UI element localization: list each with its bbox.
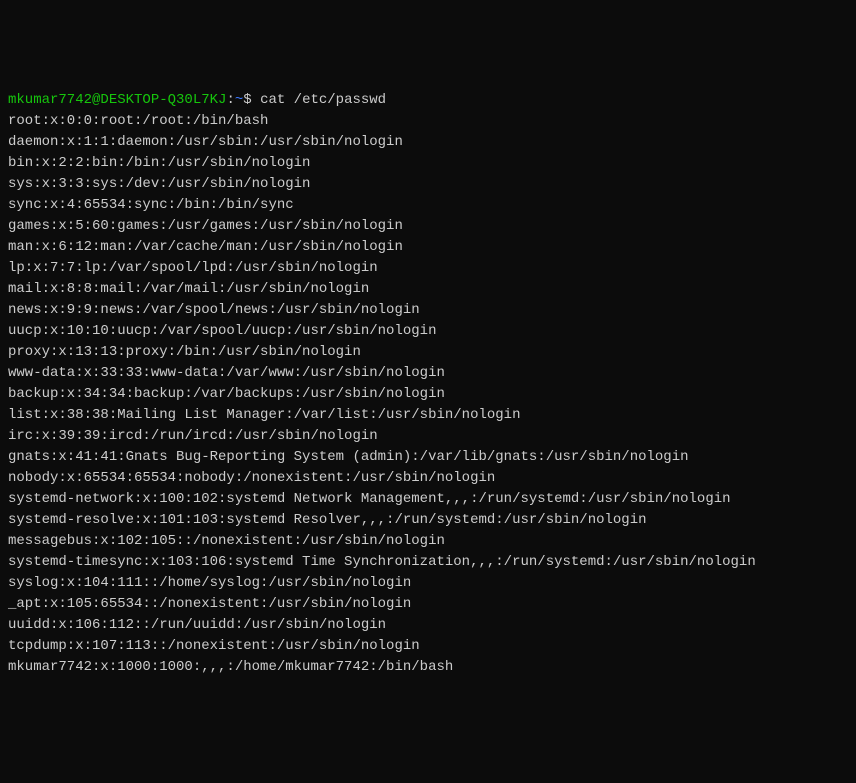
passwd-line: root:x:0:0:root:/root:/bin/bash: [8, 113, 268, 129]
command-text: cat /etc/passwd: [260, 92, 386, 108]
passwd-line: proxy:x:13:13:proxy:/bin:/usr/sbin/nolog…: [8, 344, 361, 360]
prompt-separator: :: [226, 92, 234, 108]
passwd-line: lp:x:7:7:lp:/var/spool/lpd:/usr/sbin/nol…: [8, 260, 378, 276]
terminal-output[interactable]: mkumar7742@DESKTOP-Q30L7KJ:~$ cat /etc/p…: [8, 90, 848, 678]
passwd-line: systemd-resolve:x:101:103:systemd Resolv…: [8, 512, 647, 528]
passwd-line: mkumar7742:x:1000:1000:,,,:/home/mkumar7…: [8, 659, 453, 675]
passwd-line: nobody:x:65534:65534:nobody:/nonexistent…: [8, 470, 495, 486]
passwd-line: systemd-timesync:x:103:106:systemd Time …: [8, 554, 756, 570]
passwd-line: man:x:6:12:man:/var/cache/man:/usr/sbin/…: [8, 239, 403, 255]
passwd-line: mail:x:8:8:mail:/var/mail:/usr/sbin/nolo…: [8, 281, 369, 297]
passwd-line: daemon:x:1:1:daemon:/usr/sbin:/usr/sbin/…: [8, 134, 403, 150]
passwd-line: sync:x:4:65534:sync:/bin:/bin/sync: [8, 197, 294, 213]
passwd-line: syslog:x:104:111::/home/syslog:/usr/sbin…: [8, 575, 411, 591]
passwd-line: systemd-network:x:100:102:systemd Networ…: [8, 491, 731, 507]
passwd-line: list:x:38:38:Mailing List Manager:/var/l…: [8, 407, 520, 423]
prompt-path: ~: [235, 92, 243, 108]
prompt-user-host: mkumar7742@DESKTOP-Q30L7KJ: [8, 92, 226, 108]
passwd-line: uuidd:x:106:112::/run/uuidd:/usr/sbin/no…: [8, 617, 386, 633]
passwd-line: messagebus:x:102:105::/nonexistent:/usr/…: [8, 533, 445, 549]
passwd-line: gnats:x:41:41:Gnats Bug-Reporting System…: [8, 449, 689, 465]
passwd-line: backup:x:34:34:backup:/var/backups:/usr/…: [8, 386, 445, 402]
passwd-line: _apt:x:105:65534::/nonexistent:/usr/sbin…: [8, 596, 411, 612]
passwd-line: tcpdump:x:107:113::/nonexistent:/usr/sbi…: [8, 638, 420, 654]
passwd-line: sys:x:3:3:sys:/dev:/usr/sbin/nologin: [8, 176, 310, 192]
passwd-line: www-data:x:33:33:www-data:/var/www:/usr/…: [8, 365, 445, 381]
passwd-line: bin:x:2:2:bin:/bin:/usr/sbin/nologin: [8, 155, 310, 171]
passwd-line: uucp:x:10:10:uucp:/var/spool/uucp:/usr/s…: [8, 323, 436, 339]
prompt-line: mkumar7742@DESKTOP-Q30L7KJ:~$ cat /etc/p…: [8, 92, 386, 108]
passwd-line: news:x:9:9:news:/var/spool/news:/usr/sbi…: [8, 302, 420, 318]
prompt-symbol: $: [243, 92, 251, 108]
passwd-line: irc:x:39:39:ircd:/run/ircd:/usr/sbin/nol…: [8, 428, 378, 444]
passwd-line: games:x:5:60:games:/usr/games:/usr/sbin/…: [8, 218, 403, 234]
